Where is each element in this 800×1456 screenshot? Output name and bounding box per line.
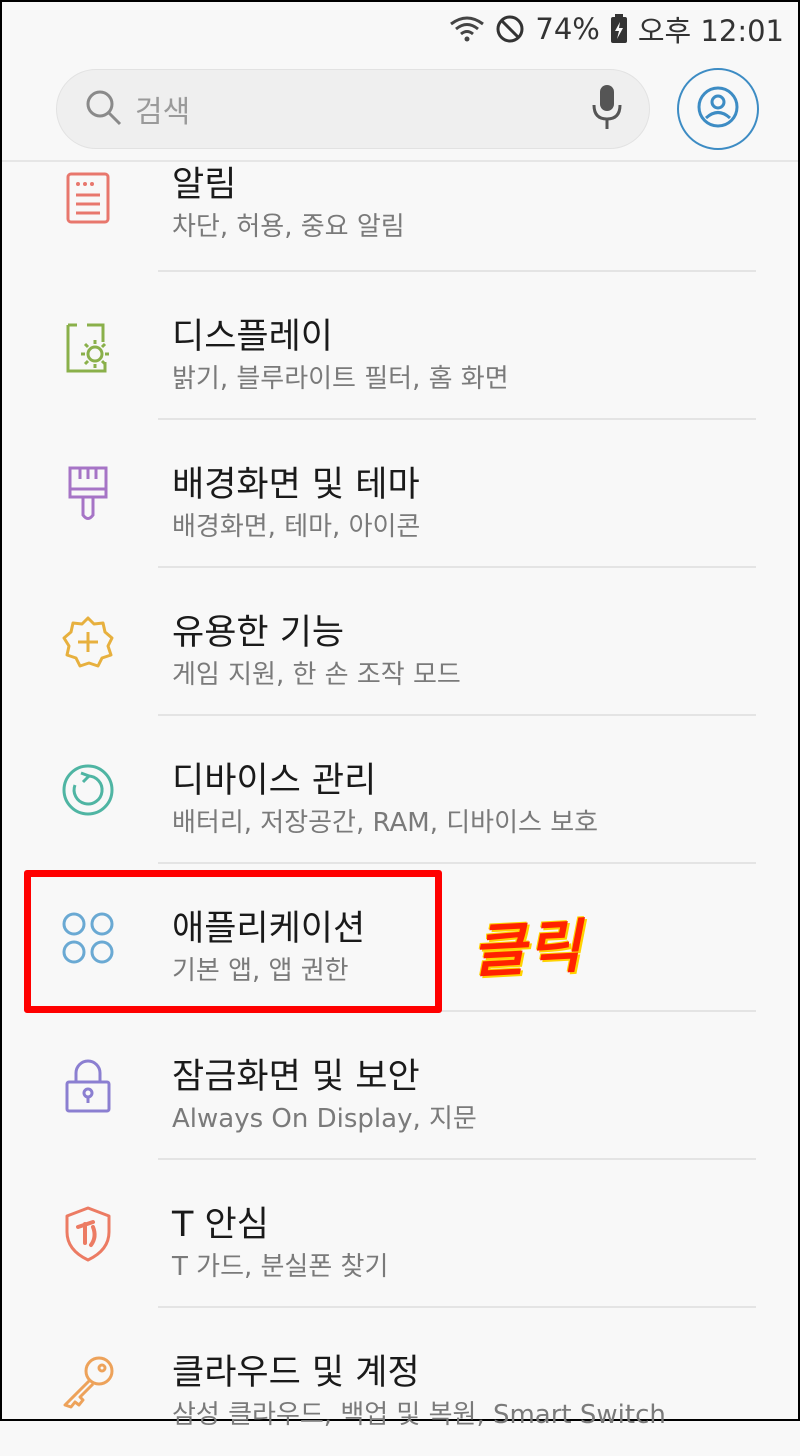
notification-icon — [58, 168, 118, 228]
item-title: 잠금화면 및 보안 — [172, 1057, 420, 1097]
item-subtitle: 게임 지원, 한 손 조작 모드 — [172, 660, 461, 690]
settings-item-cloud-accounts[interactable]: 클라우드 및 계정 삼성 클라우드, 백업 및 복원, Smart Switch — [2, 1308, 798, 1456]
gear-plus-icon — [58, 612, 118, 672]
click-annotation: 클릭 — [470, 912, 585, 986]
item-title: 배경화면 및 테마 — [172, 465, 420, 505]
do-not-disturb-icon — [495, 14, 525, 44]
paint-brush-icon — [58, 464, 118, 524]
wifi-icon — [449, 14, 485, 44]
settings-item-t-safety[interactable]: T 안심 T 가드, 분실폰 찾기 — [2, 1160, 798, 1308]
item-title: T 안심 — [172, 1205, 269, 1245]
item-subtitle: T 가드, 분실폰 찾기 — [172, 1252, 389, 1282]
item-title: 유용한 기능 — [172, 613, 345, 653]
item-subtitle: 배터리, 저장공간, RAM, 디바이스 보호 — [172, 808, 599, 838]
lock-icon — [58, 1056, 118, 1116]
settings-item-wallpaper[interactable]: 배경화면 및 테마 배경화면, 테마, 아이콘 — [2, 420, 798, 568]
settings-item-display[interactable]: 디스플레이 밝기, 블루라이트 필터, 홈 화면 — [2, 272, 798, 420]
refresh-icon — [58, 760, 118, 820]
display-icon — [58, 318, 118, 378]
highlight-box — [24, 870, 442, 1013]
settings-item-advanced-features[interactable]: 유용한 기능 게임 지원, 한 손 조작 모드 — [2, 568, 798, 716]
settings-item-lock-screen[interactable]: 잠금화면 및 보안 Always On Display, 지문 — [2, 1012, 798, 1160]
item-subtitle: 차단, 허용, 중요 알림 — [172, 212, 405, 242]
item-title: 디스플레이 — [172, 317, 334, 357]
clock: 오후 12:01 — [637, 14, 784, 48]
key-icon — [58, 1352, 118, 1412]
shield-icon — [58, 1204, 118, 1264]
status-bar: 74% 오후 12:01 — [2, 2, 798, 56]
item-subtitle: Always On Display, 지문 — [172, 1104, 477, 1134]
battery-percent: 74% — [535, 12, 600, 46]
item-subtitle: 배경화면, 테마, 아이콘 — [172, 512, 421, 542]
settings-item-notifications[interactable]: 알림 차단, 허용, 중요 알림 — [2, 112, 798, 272]
item-title: 클라우드 및 계정 — [172, 1353, 420, 1393]
item-title: 디바이스 관리 — [172, 761, 377, 801]
item-title: 알림 — [172, 165, 237, 205]
settings-item-device-maintenance[interactable]: 디바이스 관리 배터리, 저장공간, RAM, 디바이스 보호 — [2, 716, 798, 864]
item-subtitle: 삼성 클라우드, 백업 및 복원, Smart Switch — [172, 1400, 666, 1430]
item-subtitle: 밝기, 블루라이트 필터, 홈 화면 — [172, 364, 509, 394]
battery-icon — [610, 14, 628, 44]
